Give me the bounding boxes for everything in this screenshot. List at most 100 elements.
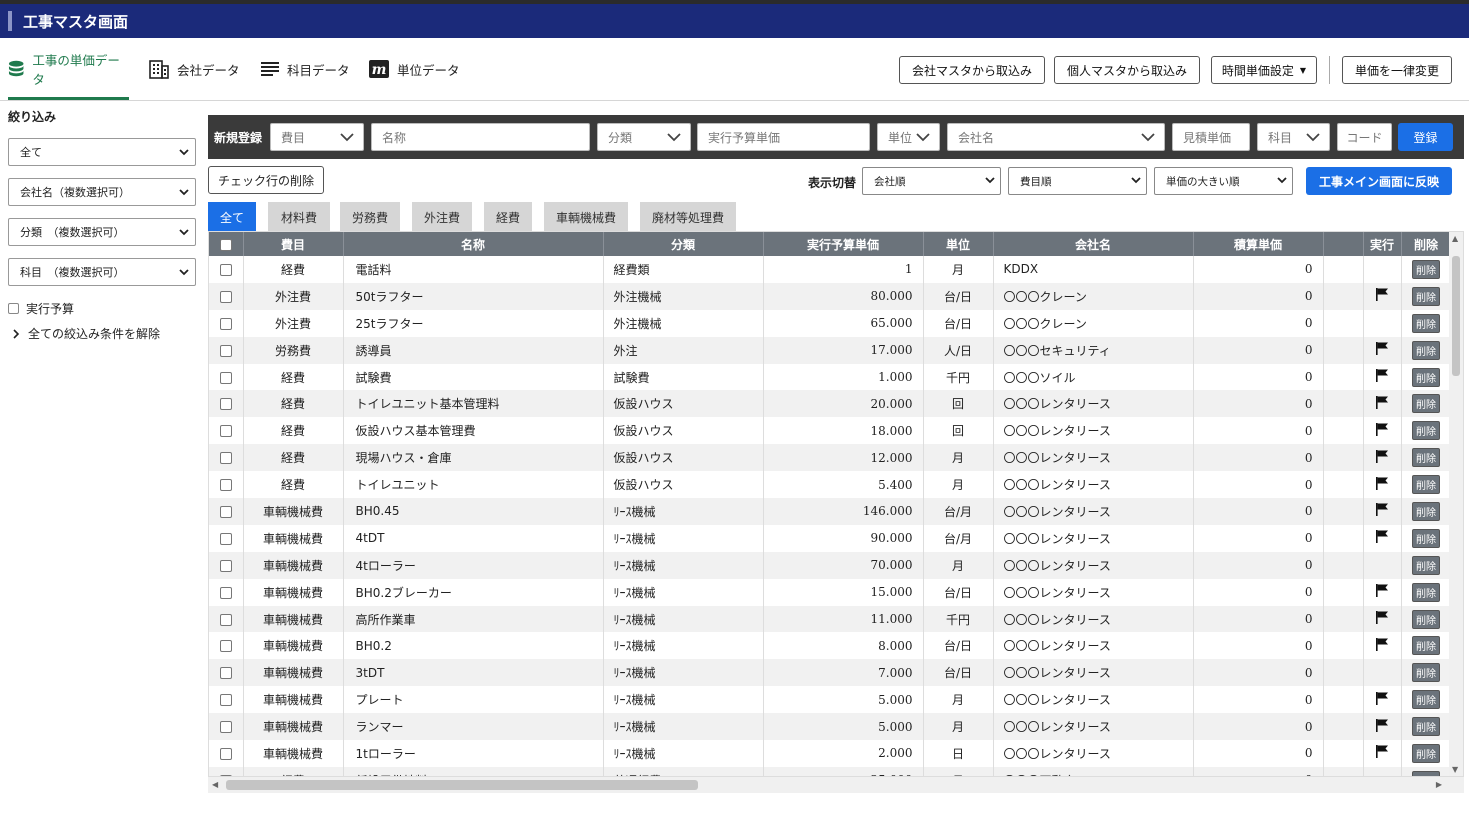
row-checkbox[interactable] (219, 371, 232, 384)
table-row[interactable]: 経費仮設用借地料共通経費25.000月〇〇〇不動産0 削除 (209, 766, 1452, 776)
cell-delete[interactable]: 削除 (1401, 309, 1452, 337)
cell-exec[interactable] (1363, 336, 1402, 364)
scroll-right-icon[interactable]: ▶ (1436, 780, 1442, 789)
row-checkbox-cell[interactable] (209, 686, 244, 714)
import-company-master-button[interactable]: 会社マスタから取込み (899, 56, 1045, 84)
row-checkbox-cell[interactable] (209, 524, 244, 552)
header-company[interactable]: 会社名 (993, 232, 1194, 256)
row-checkbox[interactable] (219, 559, 232, 572)
delete-row-button[interactable]: 削除 (1412, 340, 1440, 360)
table-row[interactable]: 車輌機械費 4tDT ﾘｰｽ機械 90.000 台/月 〇〇〇レンタリース 0 削除 (209, 524, 1452, 552)
filter-all-select[interactable]: 全て (8, 138, 196, 166)
cell-exec[interactable] (1363, 417, 1402, 445)
cell-delete[interactable]: 削除 (1401, 686, 1452, 714)
delete-row-button[interactable]: 削除 (1412, 609, 1440, 629)
header-budget-price[interactable]: 実行予算単価 (763, 232, 924, 256)
cell-delete[interactable]: 削除 (1401, 740, 1452, 767)
scroll-left-icon[interactable]: ◀ (212, 780, 218, 789)
delete-row-button[interactable]: 削除 (1412, 475, 1440, 495)
header-category[interactable]: 分類 (603, 232, 764, 256)
row-checkbox[interactable] (219, 586, 232, 599)
table-row[interactable]: 車輌機械費 3tDT ﾘｰｽ機械 7.000 台/日 〇〇〇レンタリース 0 削除 (209, 659, 1452, 687)
cell-delete[interactable]: 削除 (1401, 471, 1452, 499)
subject-select[interactable]: 科目 (1257, 123, 1330, 151)
row-checkbox-cell[interactable] (209, 632, 244, 660)
delete-row-button[interactable]: 削除 (1412, 259, 1440, 279)
table-row[interactable]: 経費 トイレユニット 仮設ハウス 5.400 月〇〇〇レンタリース 0 削除 (209, 471, 1452, 499)
row-checkbox[interactable] (219, 344, 232, 357)
cell-delete[interactable]: 削除 (1401, 363, 1452, 391)
delete-row-button[interactable]: 削除 (1412, 690, 1440, 710)
scroll-down-icon[interactable]: ▼ (1452, 765, 1458, 774)
cell-delete[interactable]: 削除 (1401, 578, 1452, 606)
vertical-scroll-thumb[interactable] (1452, 256, 1460, 376)
cat-tab-labor[interactable]: 労務費 (340, 202, 400, 232)
cell-delete[interactable]: 削除 (1401, 713, 1452, 741)
table-row[interactable]: 車輌機械費 BH0.45 ﾘｰｽ機械 146.000 台/月 〇〇〇レンタリース 0 削除 (209, 498, 1452, 525)
sort-expense-select[interactable]: 費目順 (1008, 167, 1147, 195)
row-checkbox-cell[interactable] (209, 471, 244, 499)
row-checkbox-cell[interactable] (209, 363, 244, 391)
delete-row-button[interactable]: 削除 (1412, 394, 1440, 414)
cell-exec[interactable] (1363, 659, 1402, 687)
table-row[interactable]: 車輌機械費 高所作業車 ﾘｰｽ機械 11.000 千円 〇〇〇レンタリース 0 削除 (209, 605, 1452, 633)
delete-row-button[interactable]: 削除 (1412, 286, 1440, 306)
table-row[interactable]: 経費 現場ハウス・倉庫 仮設ハウス 12.000 月〇〇〇レンタリース 0 削除 (209, 444, 1452, 472)
delete-checked-rows-button[interactable]: チェック行の削除 (208, 166, 324, 194)
table-row[interactable]: 経費 試験費 試験費 1.000 千円 〇〇〇ソイル 0 削除 (209, 363, 1452, 391)
row-checkbox[interactable] (219, 640, 232, 653)
row-checkbox[interactable] (219, 613, 232, 626)
cell-exec[interactable] (1363, 524, 1402, 552)
cell-delete[interactable]: 削除 (1401, 498, 1452, 525)
row-checkbox-cell[interactable] (209, 713, 244, 741)
row-checkbox-cell[interactable] (209, 551, 244, 579)
tab-company-data[interactable]: 会社データ (149, 38, 249, 100)
filter-company-select[interactable]: 会社名（複数選択可） (8, 178, 196, 206)
row-checkbox-cell[interactable] (209, 766, 244, 776)
cell-delete[interactable]: 削除 (1401, 659, 1452, 687)
code-input[interactable]: コード (1337, 123, 1392, 151)
tab-unit-data[interactable]: m 単位データ (369, 38, 469, 100)
cell-delete[interactable]: 削除 (1401, 524, 1452, 552)
import-personal-master-button[interactable]: 個人マスタから取込み (1054, 56, 1200, 84)
estimate-price-input[interactable]: 見積単価 (1172, 123, 1250, 151)
delete-row-button[interactable]: 削除 (1412, 555, 1440, 575)
cell-exec[interactable] (1363, 498, 1402, 525)
row-checkbox[interactable] (219, 452, 232, 465)
header-name[interactable]: 名称 (343, 232, 604, 256)
row-checkbox-cell[interactable] (209, 256, 244, 283)
cat-tab-waste[interactable]: 廃材等処理費 (640, 202, 736, 232)
cell-exec[interactable] (1363, 363, 1402, 391)
cell-exec[interactable] (1363, 632, 1402, 660)
row-checkbox-cell[interactable] (209, 444, 244, 472)
row-checkbox[interactable] (219, 425, 232, 438)
table-row[interactable]: 車輌機械費 1tローラー ﾘｰｽ機械 2.000 日〇〇〇レンタリース 0 削除 (209, 740, 1452, 767)
table-row[interactable]: 車輌機械費 BH0.2 ﾘｰｽ機械 8.000 台/日 〇〇〇レンタリース 0 削除 (209, 632, 1452, 660)
delete-row-button[interactable]: 削除 (1412, 313, 1440, 333)
row-checkbox[interactable] (219, 667, 232, 680)
unit-select[interactable]: 単位 (877, 123, 940, 151)
row-checkbox[interactable] (219, 532, 232, 545)
row-checkbox-cell[interactable] (209, 417, 244, 445)
cat-tab-all[interactable]: 全て (208, 202, 256, 232)
row-checkbox-cell[interactable] (209, 282, 244, 310)
name-input[interactable]: 名称 (371, 123, 590, 151)
row-checkbox[interactable] (219, 747, 232, 760)
cell-delete[interactable]: 削除 (1401, 766, 1452, 776)
bulk-change-price-button[interactable]: 単価を一律変更 (1342, 56, 1452, 84)
cell-exec[interactable] (1363, 740, 1402, 767)
row-checkbox[interactable] (219, 290, 232, 303)
table-row[interactable]: 外注費 50tラフター 外注機械 80.000 台/日 〇〇〇クレーン 0 削除 (209, 282, 1452, 310)
header-expense[interactable]: 費目 (243, 232, 344, 256)
table-row[interactable]: 車輌機械費 4tローラー ﾘｰｽ機械 70.000 月〇〇〇レンタリース 0 削除 (209, 551, 1452, 579)
row-checkbox[interactable] (219, 721, 232, 734)
cell-exec[interactable] (1363, 471, 1402, 499)
table-row[interactable]: 外注費 25tラフター 外注機械 65.000 台/日 〇〇〇クレーン 0 削除 (209, 309, 1452, 337)
row-checkbox-cell[interactable] (209, 309, 244, 337)
row-checkbox-cell[interactable] (209, 659, 244, 687)
select-all-checkbox[interactable] (219, 238, 232, 251)
tab-unit-price-data[interactable]: 工事の単価データ (8, 38, 129, 100)
scroll-up-icon[interactable]: ▲ (1452, 234, 1458, 243)
row-checkbox-cell[interactable] (209, 578, 244, 606)
row-checkbox-cell[interactable] (209, 336, 244, 364)
